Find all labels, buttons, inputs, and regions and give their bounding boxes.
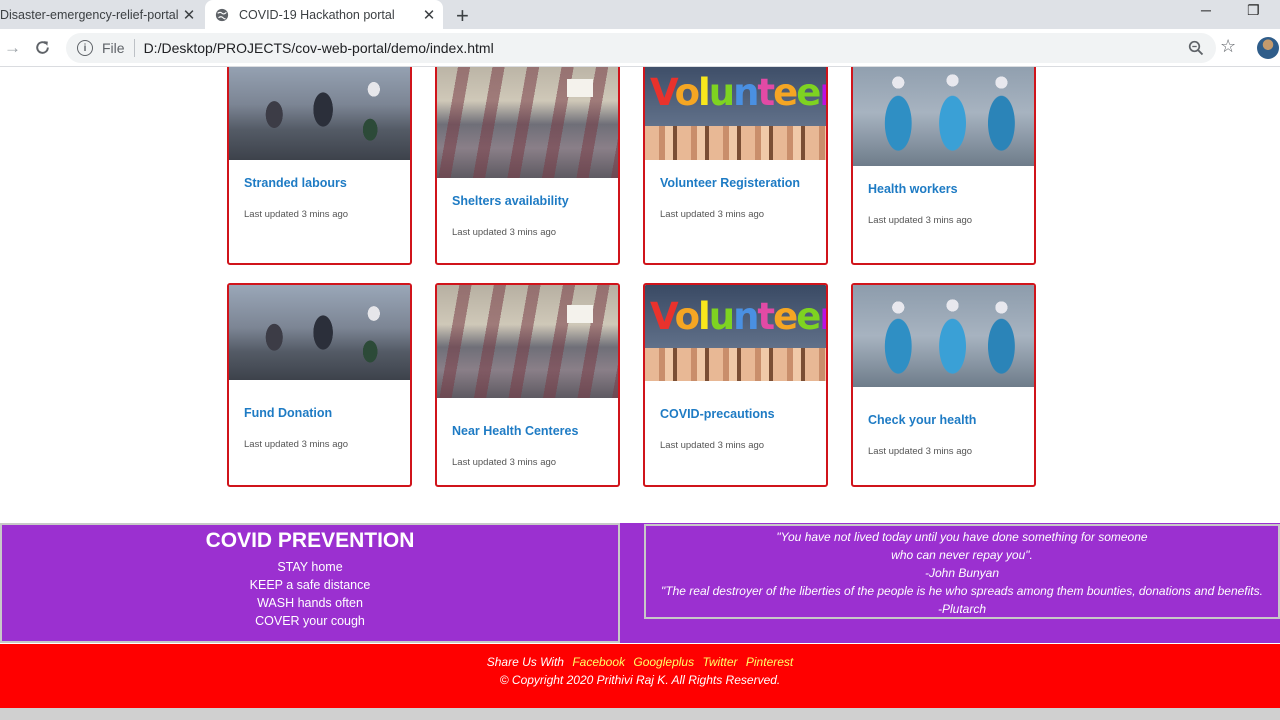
site-footer: Share Us With Facebook Googleplus Twitte…: [0, 644, 1280, 708]
card-title[interactable]: Near Health Centeres: [452, 424, 578, 438]
card-title[interactable]: Shelters availability: [452, 194, 569, 208]
url-text[interactable]: D:/Desktop/PROJECTS/cov-web-portal/demo/…: [144, 40, 494, 56]
card-fund-donation[interactable]: Fund Donation Last updated 3 mins ago: [227, 283, 412, 487]
tab-title: COVID-19 Hackathon portal: [239, 7, 395, 22]
googleplus-link[interactable]: Googleplus: [633, 655, 694, 669]
zoom-icon[interactable]: [1188, 40, 1204, 56]
facebook-link[interactable]: Facebook: [572, 655, 625, 669]
quotes-panel: "You have not lived today until you have…: [620, 523, 1280, 643]
twitter-link[interactable]: Twitter: [702, 655, 737, 669]
tab-covid-hackathon[interactable]: COVID-19 Hackathon portal ✕: [205, 0, 443, 29]
card-health-workers[interactable]: Health workers Last updated 3 mins ago: [851, 67, 1036, 265]
quote-line: "The real destroyer of the liberties of …: [661, 584, 1263, 598]
profile-avatar-icon[interactable]: [1257, 37, 1279, 59]
card-updated: Last updated 3 mins ago: [868, 446, 973, 457]
quote-author: -John Bunyan: [924, 566, 1000, 580]
quote-line: "You have not lived today until you have…: [776, 530, 1148, 544]
prevention-line: KEEP a safe distance: [249, 578, 371, 592]
card-image: [437, 67, 618, 178]
bookmark-star-icon[interactable]: ☆: [1220, 36, 1236, 57]
copyright-text: © Copyright 2020 Prithivi Raj K. All Rig…: [499, 673, 781, 687]
covid-prevention-panel: COVID PREVENTION STAY home KEEP a safe d…: [0, 523, 620, 643]
hands-graphic: [645, 125, 826, 160]
card-title[interactable]: Fund Donation: [244, 406, 332, 420]
card-updated: Last updated 3 mins ago: [244, 209, 349, 220]
quote-line: who can never repay you".: [891, 548, 1033, 562]
page-content: Stranded labours Last updated 3 mins ago…: [0, 67, 1280, 708]
card-image: [853, 67, 1034, 166]
prevention-title: COVID PREVENTION: [205, 529, 415, 552]
card-covid-precautions[interactable]: Volunteer COVID-precautions Last updated…: [643, 283, 828, 487]
tab-title: Disaster-emergency-relief-portal: [0, 7, 179, 22]
card-updated: Last updated 3 mins ago: [452, 457, 557, 468]
divider: [133, 39, 135, 57]
card-title[interactable]: COVID-precautions: [660, 407, 775, 421]
card-updated: Last updated 3 mins ago: [868, 215, 973, 226]
horizontal-scrollbar[interactable]: [0, 708, 1280, 720]
card-image: [229, 67, 410, 160]
card-updated: Last updated 3 mins ago: [452, 227, 557, 238]
card-title[interactable]: Check your health: [868, 413, 976, 427]
address-bar[interactable]: i File D:/Desktop/PROJECTS/cov-web-porta…: [66, 33, 1216, 63]
prevention-line: STAY home: [277, 560, 343, 574]
minimize-button[interactable]: ─: [1201, 2, 1211, 18]
info-icon[interactable]: i: [77, 40, 93, 56]
close-icon[interactable]: ✕: [181, 6, 197, 24]
share-label: Share Us With: [486, 655, 564, 669]
close-icon[interactable]: ✕: [421, 6, 437, 24]
back-arrow-icon[interactable]: →: [4, 38, 21, 58]
tab-disaster-relief[interactable]: Disaster-emergency-relief-portal ✕: [0, 0, 203, 29]
card-title[interactable]: Volunteer Registeration: [660, 176, 800, 190]
share-row: Share Us With Facebook Googleplus Twitte…: [0, 655, 1280, 669]
card-check-your-health[interactable]: Check your health Last updated 3 mins ag…: [851, 283, 1036, 487]
reload-icon[interactable]: [34, 39, 51, 56]
card-updated: Last updated 3 mins ago: [660, 440, 765, 451]
scheme-label: File: [102, 40, 125, 56]
card-image: Volunteer: [645, 285, 826, 381]
quotes-box: "You have not lived today until you have…: [644, 524, 1280, 619]
browser-tab-strip: Disaster-emergency-relief-portal ✕ COVID…: [0, 0, 1280, 29]
card-image: [853, 285, 1034, 387]
card-image: [229, 285, 410, 380]
card-image: [437, 285, 618, 398]
new-tab-button[interactable]: +: [456, 3, 469, 29]
prevention-line: WASH hands often: [257, 596, 363, 610]
card-near-health-centres[interactable]: Near Health Centeres Last updated 3 mins…: [435, 283, 620, 487]
card-updated: Last updated 3 mins ago: [660, 209, 765, 220]
restore-button[interactable]: ❐: [1247, 2, 1260, 19]
pinterest-link[interactable]: Pinterest: [746, 655, 793, 669]
prevention-line: COVER your cough: [255, 614, 365, 628]
card-volunteer-registration[interactable]: Volunteer Volunteer Registeration Last u…: [643, 67, 828, 265]
browser-toolbar: → i File D:/Desktop/PROJECTS/cov-web-por…: [0, 29, 1280, 67]
card-image: Volunteer: [645, 67, 826, 160]
card-stranded-labours[interactable]: Stranded labours Last updated 3 mins ago: [227, 67, 412, 265]
card-updated: Last updated 3 mins ago: [244, 439, 349, 450]
hands-graphic: [645, 348, 826, 381]
card-title[interactable]: Health workers: [868, 182, 958, 196]
card-shelters[interactable]: Shelters availability Last updated 3 min…: [435, 67, 620, 265]
volunteer-word: Volunteer: [650, 295, 826, 338]
card-title[interactable]: Stranded labours: [244, 176, 347, 190]
volunteer-word: Volunteer: [650, 71, 826, 114]
quote-author: -Plutarch: [937, 602, 987, 616]
globe-icon: [215, 8, 229, 21]
